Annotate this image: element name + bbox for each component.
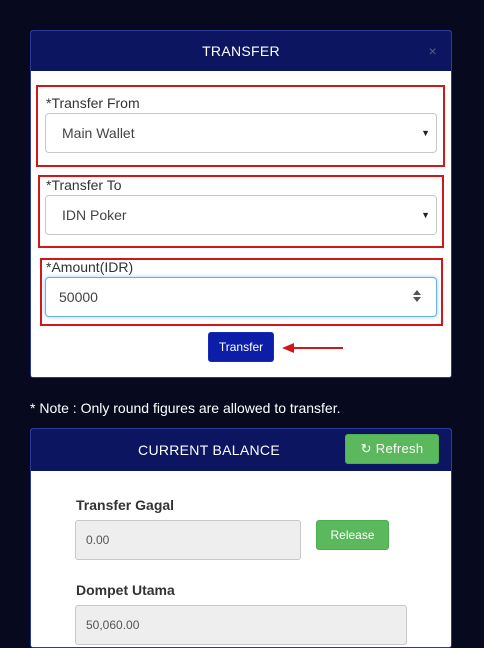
amount-label: *Amount(IDR) <box>46 259 134 275</box>
balance-field-dompet-utama: 50,060.00 <box>75 605 407 645</box>
transfer-to-select[interactable]: IDN Poker ▼ <box>45 195 437 235</box>
transfer-from-select[interactable]: Main Wallet ▼ <box>45 113 437 153</box>
amount-value: 50000 <box>59 289 98 305</box>
transfer-note: * Note : Only round figures are allowed … <box>30 400 341 416</box>
transfer-to-label: *Transfer To <box>46 177 122 193</box>
transfer-to-value: IDN Poker <box>62 207 127 223</box>
transfer-from-label: *Transfer From <box>46 95 140 111</box>
transfer-from-value: Main Wallet <box>62 125 135 141</box>
refresh-icon: ↻ <box>360 441 372 456</box>
transfer-title: TRANSFER <box>202 43 280 59</box>
release-button[interactable]: Release <box>316 520 389 550</box>
balance-field-transfer-gagal: 0.00 <box>75 520 301 560</box>
refresh-button[interactable]: ↻ Refresh <box>345 434 439 464</box>
arrow-left-icon <box>282 343 343 353</box>
balance-label-transfer-gagal: Transfer Gagal <box>76 497 175 513</box>
chevron-down-icon: ▼ <box>421 210 430 220</box>
close-icon[interactable]: × <box>429 44 437 58</box>
balance-header: CURRENT BALANCE ↻ Refresh <box>31 429 451 471</box>
balance-title: CURRENT BALANCE <box>138 442 280 458</box>
transfer-header: TRANSFER × <box>31 31 451 71</box>
chevron-down-icon: ▼ <box>421 128 430 138</box>
transfer-button[interactable]: Transfer <box>208 332 274 362</box>
amount-input[interactable]: 50000 <box>45 277 437 317</box>
balance-label-dompet-utama: Dompet Utama <box>76 582 175 598</box>
amount-stepper[interactable] <box>412 290 422 304</box>
refresh-label: Refresh <box>375 441 424 456</box>
